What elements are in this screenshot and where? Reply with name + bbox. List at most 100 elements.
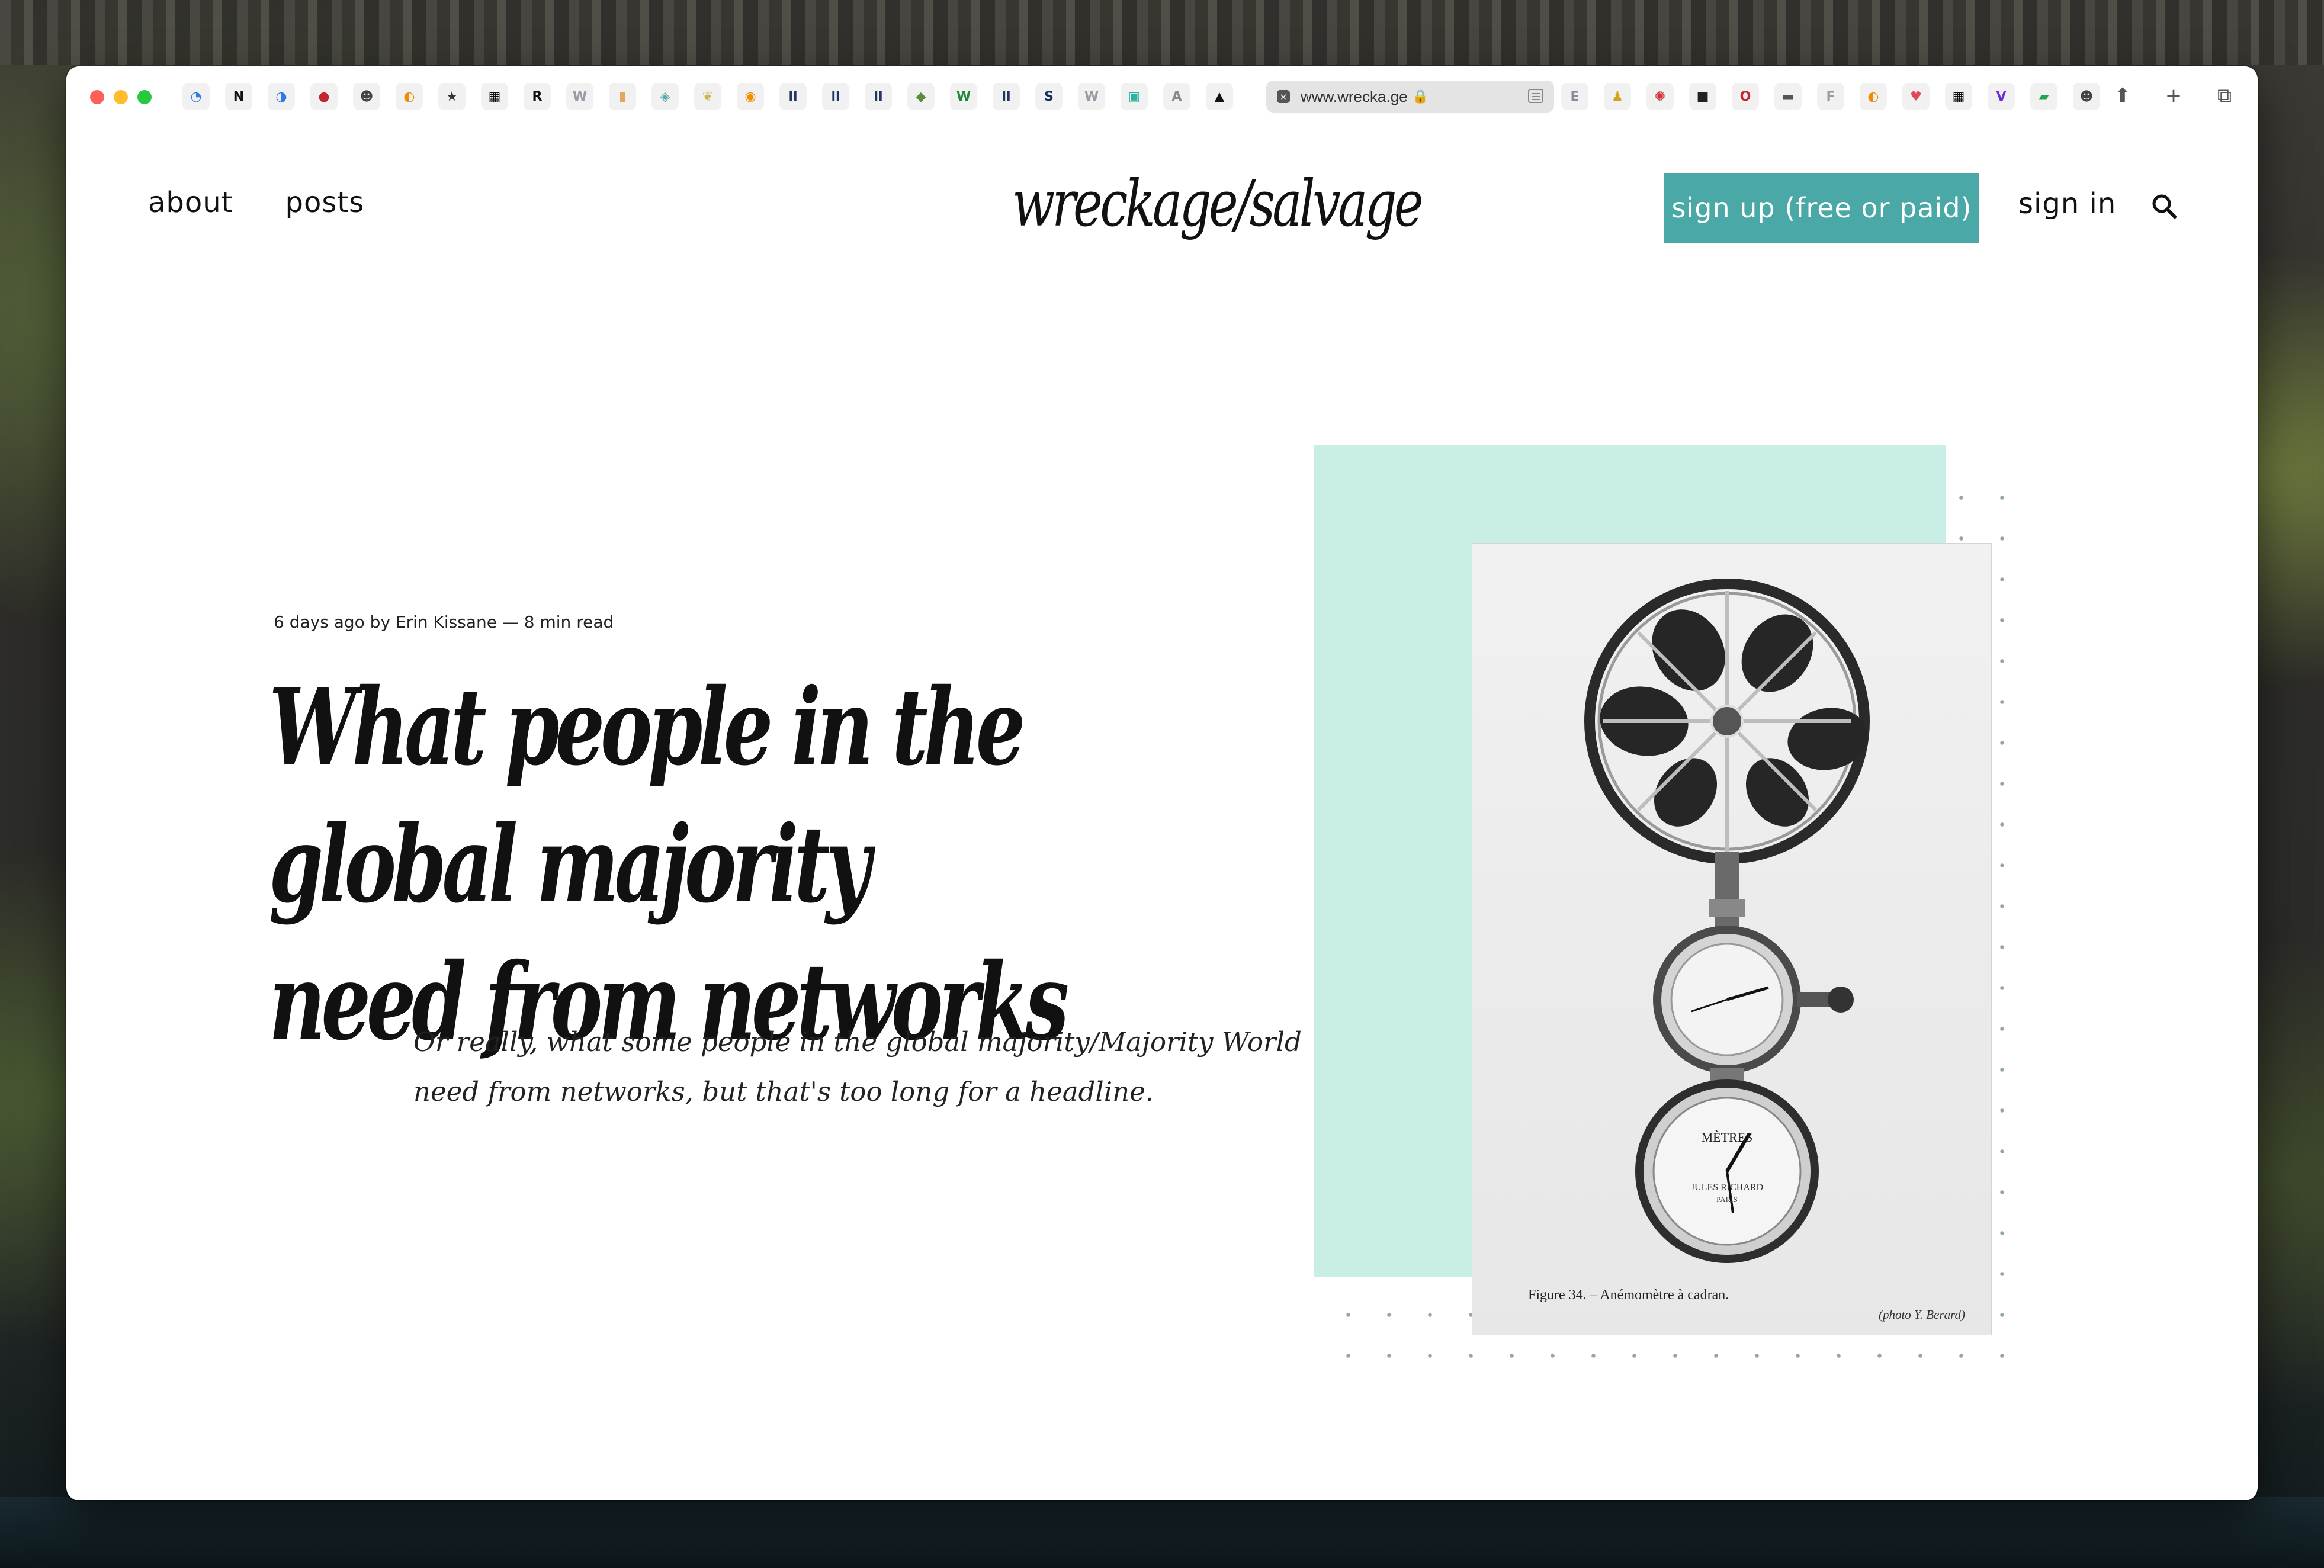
pinned-tab-pocket-8[interactable]: ♥ <box>1902 83 1930 110</box>
dial-label-city: PARIS <box>1716 1195 1738 1204</box>
pinned-tab-lock-shield-11[interactable]: ◈ <box>651 83 679 110</box>
v-icon: V <box>1996 89 2007 104</box>
pinned-tab-f-6[interactable]: F <box>1817 83 1844 110</box>
post-subtitle-line-2: need from networks, but that's too long … <box>413 1076 1154 1107</box>
pinned-tab-notion-1[interactable]: N <box>225 83 252 110</box>
pinned-tabs-right: E ♟ ✺ ■ O ▬ F ◐ ♥ ▦ V ▰ ☻ <box>1561 83 2100 110</box>
post-title[interactable]: What people in the global majority need … <box>269 658 1189 1071</box>
pinned-tab-w-9[interactable]: W <box>566 83 593 110</box>
pinned-tab-clapper-9[interactable]: ▦ <box>1945 83 1972 110</box>
browser-toolbar: ◔ N ◑ ● ☻ ◐ ★ ▦ R W ▮ ◈ ❦ ◉ ll ll ll ◆ Wll S W ▣ A ▲ × www.wrec… <box>66 66 2258 129</box>
bell-icon: ♟ <box>1612 89 1623 104</box>
figure-caption: Figure 34. – Anémomètre à cadran. <box>1528 1287 1729 1303</box>
bars-icon: ll <box>831 89 840 104</box>
pocket-icon: ♥ <box>1910 89 1922 104</box>
a-icon: A <box>1171 89 1182 104</box>
pinned-tab-chat-11[interactable]: ▰ <box>2030 83 2057 110</box>
pinned-tab-person-4[interactable]: ☻ <box>353 83 380 110</box>
address-bar[interactable]: × www.wrecka.ge 🔒 <box>1266 81 1554 113</box>
new-tab-icon[interactable]: + <box>2162 84 2185 108</box>
tab-overview-icon[interactable]: ⧉ <box>2213 84 2236 108</box>
chat-icon: ▰ <box>2039 89 2049 104</box>
f-icon: F <box>1826 89 1835 104</box>
pinned-tab-w-21[interactable]: W <box>1078 83 1105 110</box>
nav-about-link[interactable]: about <box>148 186 233 219</box>
pinned-tab-bars-15[interactable]: ll <box>822 83 849 110</box>
anemometer-photo: MÈTRES JULES RICHARD PARIS Figure 34. – … <box>1472 544 1991 1335</box>
tab-close-icon[interactable]: × <box>1277 90 1290 103</box>
pinned-tab-bars-14[interactable]: ll <box>779 83 807 110</box>
jar-icon: ▮ <box>618 89 627 104</box>
reader-mode-icon[interactable] <box>1528 89 1543 103</box>
pinned-tab-e-0[interactable]: E <box>1561 83 1588 110</box>
monitor-icon: ▣ <box>1128 89 1141 104</box>
w-icon: W <box>572 89 588 104</box>
signup-button[interactable]: sign up (free or paid) <box>1664 173 1979 243</box>
site-logo[interactable]: wreckage/salvage <box>1012 167 1424 241</box>
pinned-tab-swirl-2[interactable]: ✺ <box>1646 83 1674 110</box>
pinned-tab-jar-10[interactable]: ▮ <box>609 83 636 110</box>
pinned-tab-bars-19[interactable]: ll <box>993 83 1020 110</box>
maximize-window-button[interactable] <box>137 90 152 104</box>
frog-icon: ◆ <box>916 89 926 104</box>
pinned-tab-pocket-lock-2[interactable]: ◑ <box>268 83 295 110</box>
pinned-tab-monitor-22[interactable]: ▣ <box>1121 83 1148 110</box>
pinned-tab-clapper-7[interactable]: ▦ <box>481 83 508 110</box>
bars-icon: ll <box>788 89 798 104</box>
pinned-tab-rainbow-7[interactable]: ◐ <box>1860 83 1887 110</box>
address-url: www.wrecka.ge <box>1301 87 1408 105</box>
toolbar-actions: ⬆ + ⧉ <box>2111 84 2236 108</box>
rainbow-icon: ◐ <box>403 89 415 104</box>
pinned-tab-w-green-18[interactable]: W <box>950 83 977 110</box>
s-icon: S <box>1044 89 1054 104</box>
pinned-tab-a-23[interactable]: A <box>1163 83 1190 110</box>
minimize-window-button[interactable] <box>114 90 128 104</box>
pinned-tab-frog-17[interactable]: ◆ <box>907 83 935 110</box>
pinned-tab-rainbow-5[interactable]: ◐ <box>396 83 423 110</box>
w-green-icon: W <box>956 89 971 104</box>
share-icon[interactable]: ⬆ <box>2111 84 2134 108</box>
leaf-icon: ❦ <box>702 89 714 104</box>
post-title-line-1: What people in the global majority <box>269 665 1026 926</box>
photo-credit: (photo Y. Berard) <box>1878 1307 1965 1322</box>
site-nav: about posts <box>148 186 364 219</box>
e-icon: E <box>1570 89 1580 104</box>
pinned-tab-star-badge-6[interactable]: ★ <box>438 83 466 110</box>
bars-icon: ll <box>1001 89 1011 104</box>
search-icon[interactable] <box>2151 193 2177 219</box>
pinned-tab-firefox-13[interactable]: ◉ <box>737 83 764 110</box>
nav-posts-link[interactable]: posts <box>285 186 365 219</box>
pinned-tabs-left: ◔ N ◑ ● ☻ ◐ ★ ▦ R W ▮ ◈ ❦ ◉ ll ll ll ◆ Wll S W ▣ A ▲ <box>182 83 1233 110</box>
drive-icon: ▬ <box>1781 89 1795 104</box>
red-o-icon: O <box>1739 89 1751 104</box>
desktop-background-bottom <box>0 1497 2324 1568</box>
anemometer-illustration: MÈTRES JULES RICHARD PARIS <box>1584 579 1870 1263</box>
pinned-tab-record-3[interactable]: ● <box>310 83 338 110</box>
pinned-tab-v-10[interactable]: V <box>1988 83 2015 110</box>
loading-ring-icon: ◔ <box>190 89 202 104</box>
pinned-tab-s-20[interactable]: S <box>1035 83 1063 110</box>
pinned-tab-leaf-12[interactable]: ❦ <box>694 83 721 110</box>
close-window-button[interactable] <box>90 90 104 104</box>
pinned-tab-bars-16[interactable]: ll <box>865 83 892 110</box>
pinned-tab-a-triangle-24[interactable]: ▲ <box>1206 83 1233 110</box>
pinned-tab-bell-1[interactable]: ♟ <box>1604 83 1631 110</box>
person-icon: ☻ <box>359 89 374 104</box>
signin-link[interactable]: sign in <box>2018 187 2116 220</box>
post-meta: 6 days ago by Erin Kissane — 8 min read <box>274 612 614 632</box>
firefox-icon: ◉ <box>744 89 756 104</box>
lock-icon: 🔒 <box>1412 89 1429 104</box>
pinned-tab-person-12[interactable]: ☻ <box>2073 83 2100 110</box>
pinned-tab-red-o-4[interactable]: O <box>1732 83 1759 110</box>
pinned-tab-dark-square-3[interactable]: ■ <box>1689 83 1716 110</box>
bars-icon: ll <box>874 89 883 104</box>
r-icon: R <box>532 89 543 104</box>
notion-icon: N <box>233 89 245 104</box>
swirl-icon: ✺ <box>1654 89 1666 104</box>
pinned-tab-drive-5[interactable]: ▬ <box>1774 83 1802 110</box>
pinned-tab-loading-ring-0[interactable]: ◔ <box>182 83 210 110</box>
clapper-icon: ▦ <box>488 89 501 104</box>
lock-shield-icon: ◈ <box>660 89 670 104</box>
person-icon: ☻ <box>2079 89 2094 104</box>
pinned-tab-r-8[interactable]: R <box>524 83 551 110</box>
